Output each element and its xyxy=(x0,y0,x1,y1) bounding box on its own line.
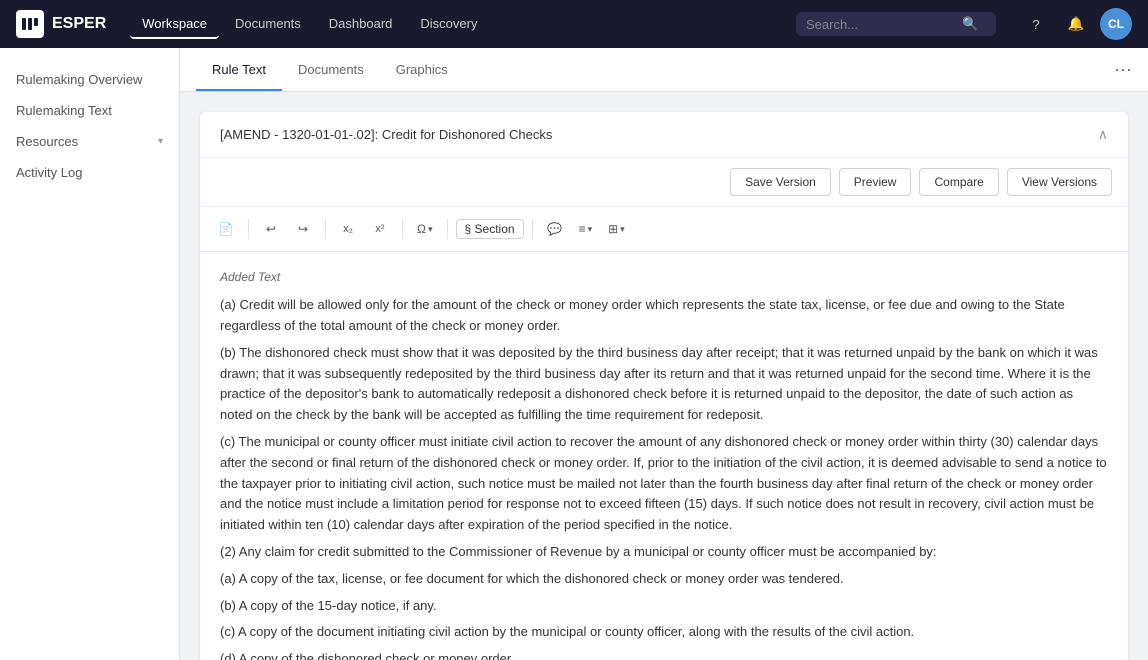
omega-label: Ω xyxy=(417,222,426,236)
paragraph-2d: (d) A copy of the dishonored check or mo… xyxy=(220,649,1108,660)
logo-text: ESPER xyxy=(52,15,106,33)
top-nav: ESPER Workspace Documents Dashboard Disc… xyxy=(0,0,1148,48)
tab-documents[interactable]: Documents xyxy=(282,50,380,91)
action-bar: Save Version Preview Compare View Versio… xyxy=(200,158,1128,207)
avatar[interactable]: CL xyxy=(1100,8,1132,40)
doc-title: [AMEND - 1320-01-01-.02]: Credit for Dis… xyxy=(220,127,552,142)
table-dropdown[interactable]: ⊞ ▾ xyxy=(602,220,631,238)
tab-graphics[interactable]: Graphics xyxy=(380,50,464,91)
sidebar: Rulemaking Overview Rulemaking Text Reso… xyxy=(0,48,180,660)
sidebar-item-label: Resources xyxy=(16,134,78,149)
main-layout: Rulemaking Overview Rulemaking Text Reso… xyxy=(0,48,1148,660)
paragraph-c: (c) The municipal or county officer must… xyxy=(220,432,1108,536)
table-icon: ⊞ xyxy=(608,222,618,236)
search-icon: 🔍 xyxy=(962,16,978,32)
doc-header: [AMEND - 1320-01-01-.02]: Credit for Dis… xyxy=(200,112,1128,158)
document-card: [AMEND - 1320-01-01-.02]: Credit for Dis… xyxy=(200,112,1128,660)
editor-toolbar: 📄 ↩ ↪ x₂ x² Ω ▾ § Section 💬 xyxy=(200,207,1128,252)
paragraph-a: (a) Credit will be allowed only for the … xyxy=(220,295,1108,337)
view-versions-button[interactable]: View Versions xyxy=(1007,168,1112,196)
comment-button[interactable]: 💬 xyxy=(541,215,569,243)
toolbar-divider-5 xyxy=(532,219,533,239)
notifications-button[interactable]: 🔔 xyxy=(1060,8,1092,40)
sidebar-item-rulemaking-overview[interactable]: Rulemaking Overview xyxy=(0,64,179,95)
sidebar-item-activity-log[interactable]: Activity Log xyxy=(0,157,179,188)
nav-links: Workspace Documents Dashboard Discovery xyxy=(130,10,489,39)
superscript-button[interactable]: x² xyxy=(366,215,394,243)
paragraph-2c: (c) A copy of the document initiating ci… xyxy=(220,622,1108,643)
nav-documents[interactable]: Documents xyxy=(223,10,313,39)
dropdown-chevron: ▾ xyxy=(428,224,433,235)
added-text-label: Added Text xyxy=(220,268,1108,287)
help-button[interactable]: ? xyxy=(1020,8,1052,40)
collapse-button[interactable]: ∧ xyxy=(1098,126,1108,143)
search-input[interactable] xyxy=(806,17,956,32)
format-dropdown[interactable]: ≡ ▾ xyxy=(573,220,599,238)
section-button[interactable]: § Section xyxy=(456,219,524,239)
subscript-button[interactable]: x₂ xyxy=(334,215,362,243)
nav-icons: ? 🔔 CL xyxy=(1020,8,1132,40)
sidebar-item-label: Activity Log xyxy=(16,165,82,180)
tab-rule-text[interactable]: Rule Text xyxy=(196,50,282,91)
document-icon-button[interactable]: 📄 xyxy=(212,215,240,243)
nav-workspace[interactable]: Workspace xyxy=(130,10,219,39)
toolbar-divider-1 xyxy=(248,219,249,239)
save-version-button[interactable]: Save Version xyxy=(730,168,831,196)
preview-button[interactable]: Preview xyxy=(839,168,912,196)
logo[interactable]: ESPER xyxy=(16,10,106,38)
toolbar-divider-3 xyxy=(402,219,403,239)
toolbar-divider-2 xyxy=(325,219,326,239)
paragraph-2a: (a) A copy of the tax, license, or fee d… xyxy=(220,569,1108,590)
content-area: Rule Text Documents Graphics ··· [AMEND … xyxy=(180,48,1148,660)
undo-button[interactable]: ↩ xyxy=(257,215,285,243)
paragraph-2: (2) Any claim for credit submitted to th… xyxy=(220,542,1108,563)
doc-content: [AMEND - 1320-01-01-.02]: Credit for Dis… xyxy=(180,92,1148,660)
search-bar: 🔍 xyxy=(796,12,996,36)
paragraph-2b: (b) A copy of the 15-day notice, if any. xyxy=(220,596,1108,617)
sidebar-item-rulemaking-text[interactable]: Rulemaking Text xyxy=(0,95,179,126)
format-chevron: ▾ xyxy=(588,224,593,235)
logo-icon xyxy=(16,10,44,38)
sidebar-item-label: Rulemaking Text xyxy=(16,103,112,118)
table-chevron: ▾ xyxy=(620,224,625,235)
nav-dashboard[interactable]: Dashboard xyxy=(317,10,405,39)
paragraph-b: (b) The dishonored check must show that … xyxy=(220,343,1108,426)
tabs-bar: Rule Text Documents Graphics ··· xyxy=(180,48,1148,92)
toolbar-divider-4 xyxy=(447,219,448,239)
omega-dropdown[interactable]: Ω ▾ xyxy=(411,220,439,238)
redo-button[interactable]: ↪ xyxy=(289,215,317,243)
sidebar-item-resources[interactable]: Resources ▾ xyxy=(0,126,179,157)
editor-body: Added Text (a) Credit will be allowed on… xyxy=(200,252,1128,660)
nav-discovery[interactable]: Discovery xyxy=(408,10,489,39)
format-icon: ≡ xyxy=(579,222,586,236)
sidebar-item-label: Rulemaking Overview xyxy=(16,72,142,87)
compare-button[interactable]: Compare xyxy=(919,168,998,196)
chevron-down-icon: ▾ xyxy=(158,136,163,147)
more-options-button[interactable]: ··· xyxy=(1114,59,1132,80)
